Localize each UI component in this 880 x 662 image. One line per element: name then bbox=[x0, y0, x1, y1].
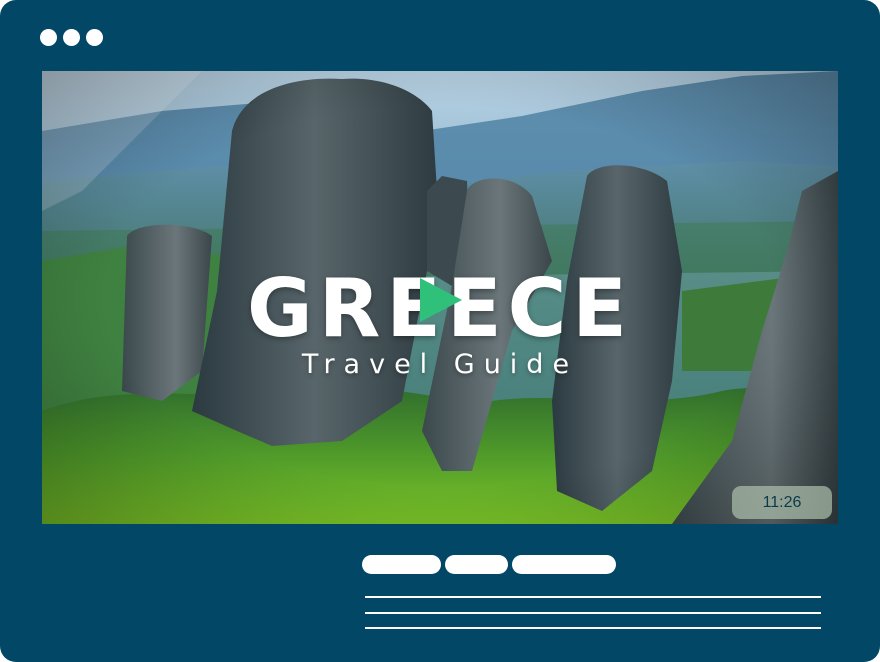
text-line-placeholder bbox=[365, 612, 821, 614]
video-player[interactable]: GREECE Travel Guide 11:26 bbox=[42, 71, 838, 524]
tag-pill-placeholder[interactable] bbox=[445, 555, 508, 574]
window-dot-icon[interactable] bbox=[40, 29, 57, 46]
tag-pill-placeholder[interactable] bbox=[362, 555, 441, 574]
text-line-placeholder bbox=[365, 627, 821, 629]
play-button[interactable] bbox=[414, 274, 466, 326]
text-line-placeholder bbox=[365, 596, 821, 598]
window-controls bbox=[40, 29, 103, 46]
tag-pill-placeholder[interactable] bbox=[512, 555, 616, 574]
video-subtitle: Travel Guide bbox=[301, 349, 579, 380]
duration-badge: 11:26 bbox=[732, 486, 832, 519]
window-dot-icon[interactable] bbox=[86, 29, 103, 46]
window-dot-icon[interactable] bbox=[63, 29, 80, 46]
browser-window: GREECE Travel Guide 11:26 bbox=[0, 0, 880, 662]
play-icon bbox=[420, 278, 462, 322]
